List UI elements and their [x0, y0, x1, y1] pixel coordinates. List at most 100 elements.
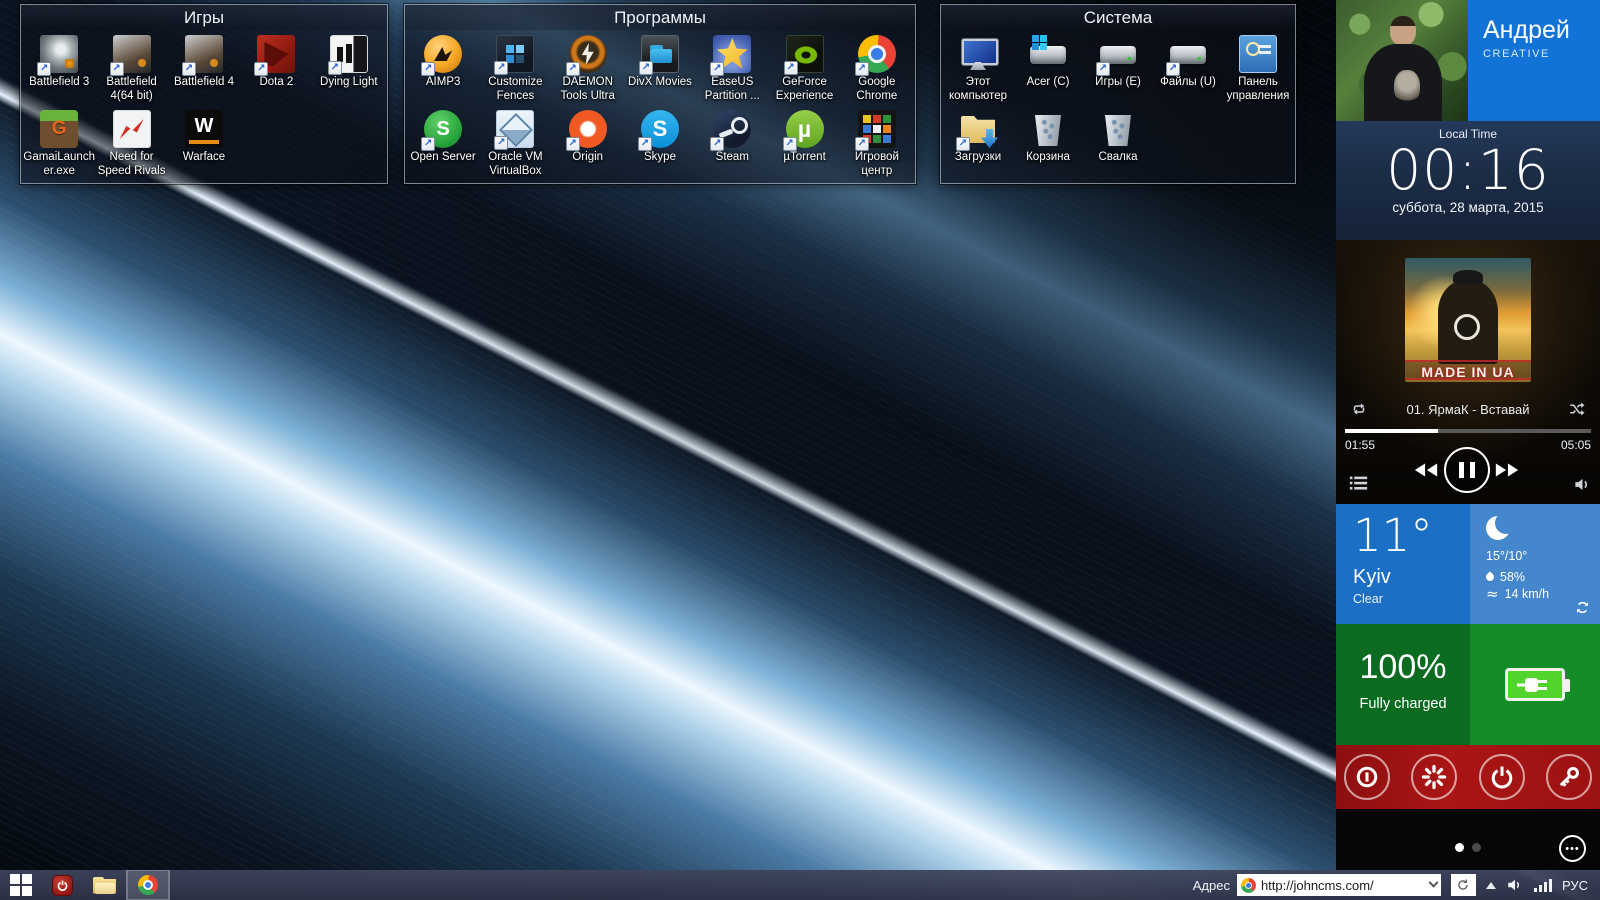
- shuffle-icon[interactable]: [1568, 400, 1586, 418]
- desktop-icon-openserver-7[interactable]: S↗Open Server: [407, 108, 479, 183]
- chrome-taskbar-button[interactable]: [126, 870, 170, 900]
- address-input[interactable]: http://johncms.com/: [1237, 874, 1441, 896]
- desktop-icon-divx-3[interactable]: ↗DivX Movies: [624, 33, 696, 108]
- geforce-icon: ↗: [786, 35, 824, 73]
- address-go-refresh-button[interactable]: [1451, 874, 1476, 896]
- icon-label: Загрузки: [955, 151, 1001, 165]
- logoff-key-button[interactable]: [1546, 754, 1592, 800]
- time-total: 05:05: [1561, 438, 1591, 452]
- language-indicator[interactable]: РУС: [1562, 878, 1588, 893]
- shortcut-arrow-icon: ↗: [855, 62, 869, 76]
- plug-icon: [1515, 673, 1555, 697]
- desktop-icon-bf3-0[interactable]: ↗Battlefield 3: [23, 33, 95, 108]
- fence-title-programs[interactable]: Программы: [405, 5, 915, 30]
- desktop-icon-recycle-7[interactable]: Свалка: [1083, 108, 1153, 183]
- weather-current-tile[interactable]: 11° Kyiv Clear: [1336, 504, 1470, 624]
- battery-icon: [1505, 668, 1565, 701]
- aimp-icon: ↗: [424, 35, 462, 73]
- shortcut-arrow-icon: ↗: [421, 137, 435, 151]
- downloads-icon: ↗: [959, 110, 997, 148]
- rubik-icon: ↗: [858, 110, 896, 148]
- volume-icon[interactable]: [1573, 476, 1592, 493]
- desktop-icon-bf4-1[interactable]: ↗Battlefield 4(64 bit): [95, 33, 167, 108]
- desktop-icon-cpanel-4[interactable]: Панель управления: [1223, 33, 1293, 108]
- file-explorer-button[interactable]: [83, 870, 126, 900]
- next-track-icon[interactable]: [1494, 461, 1520, 479]
- desktop-icon-drive-3[interactable]: ↗Файлы (U): [1153, 33, 1223, 108]
- seek-bar[interactable]: [1345, 429, 1591, 433]
- previous-track-icon[interactable]: [1413, 461, 1439, 479]
- desktop-icon-geforce-5[interactable]: ↗GeForce Experience: [768, 33, 840, 108]
- shortcut-arrow-icon: ↗: [421, 62, 435, 76]
- pause-button[interactable]: [1444, 447, 1490, 493]
- desktop-icon-origin-9[interactable]: ↗Origin: [552, 108, 624, 183]
- profile-tile[interactable]: Андрей CREATIVE: [1468, 0, 1600, 121]
- taskbar-power-app-button[interactable]: [42, 870, 83, 900]
- desktop-icon-daemon-2[interactable]: ↗DAEMON Tools Ultra: [552, 33, 624, 108]
- icon-label: Open Server: [411, 151, 476, 165]
- desktop-icon-aimp-0[interactable]: ↗AIMP3: [407, 33, 479, 108]
- origin-icon: ↗: [569, 110, 607, 148]
- clock-widget[interactable]: Local Time 00:16 суббота, 28 марта, 2015: [1336, 121, 1600, 240]
- tray-volume-icon[interactable]: [1506, 877, 1524, 893]
- desktop-icon-drive-2[interactable]: ↗Игры (E): [1083, 33, 1153, 108]
- fence-grid-system: Этот компьютерAcer (C)↗Игры (E)↗Файлы (U…: [941, 30, 1295, 183]
- icon-label: Dota 2: [259, 76, 293, 90]
- tray-network-icon[interactable]: [1534, 878, 1552, 892]
- desktop-icon-recycle-6[interactable]: Корзина: [1013, 108, 1083, 183]
- desktop-icon-computer-0[interactable]: Этот компьютер: [943, 33, 1013, 108]
- desktop-icon-steam-11[interactable]: ↗Steam: [696, 108, 768, 183]
- fence-title-games[interactable]: Игры: [21, 5, 387, 30]
- battery-icon-tile[interactable]: [1470, 624, 1600, 745]
- address-dropdown-icon[interactable]: [1429, 877, 1439, 887]
- track-title: 01. ЯрмаК - Вставай: [1368, 402, 1568, 417]
- desktop-icon-downloads-5[interactable]: ↗ Загрузки: [943, 108, 1013, 183]
- desktop-icon-nfs-6[interactable]: Need for Speed Rivals: [95, 108, 167, 183]
- desktop-icon-vbox-8[interactable]: ↗Oracle VM VirtualBox: [479, 108, 551, 183]
- weather-wind: 14 km/h: [1505, 587, 1549, 601]
- restart-button[interactable]: [1411, 754, 1457, 800]
- icon-label: Файлы (U): [1160, 76, 1216, 90]
- weather-city: Kyiv: [1353, 566, 1470, 589]
- weather-details-tile[interactable]: 15°/10° 58% ≈ 14 km/h: [1470, 504, 1600, 624]
- weather-refresh-icon[interactable]: [1574, 599, 1591, 616]
- desktop-icon-utorrent-12[interactable]: µ↗µTorrent: [768, 108, 840, 183]
- daemon-icon: ↗: [569, 35, 607, 73]
- desktop-icon-drivewin-1[interactable]: Acer (C): [1013, 33, 1083, 108]
- hibernate-button[interactable]: [1344, 754, 1390, 800]
- repeat-icon[interactable]: [1350, 400, 1368, 418]
- fence-system: Система Этот компьютерAcer (C)↗Игры (E)↗…: [940, 4, 1296, 184]
- page-dot-active[interactable]: [1455, 843, 1464, 852]
- icon-label: Игровой центр: [841, 151, 913, 179]
- shortcut-arrow-icon: ↗: [638, 137, 652, 151]
- album-art[interactable]: MADE IN UA: [1405, 258, 1531, 382]
- page-dot[interactable]: [1472, 843, 1481, 852]
- desktop-icon-warface-7[interactable]: WWarface: [168, 108, 240, 183]
- desktop-icon-dyinglight-4[interactable]: ↗Dying Light: [313, 33, 385, 108]
- icon-label: Origin: [572, 151, 603, 165]
- desktop-icon-fencesapp-1[interactable]: ↗Customize Fences: [479, 33, 551, 108]
- desktop-icon-skype-10[interactable]: S↗Skype: [624, 108, 696, 183]
- battery-status-tile[interactable]: 100% Fully charged: [1336, 624, 1470, 745]
- shortcut-arrow-icon: ↗: [566, 137, 580, 151]
- shutdown-button[interactable]: [1479, 754, 1525, 800]
- desktop-icon-bf4-2[interactable]: ↗Battlefield 4: [168, 33, 240, 108]
- icon-label: Warface: [183, 151, 225, 165]
- desktop-icon-gamai-5[interactable]: GGamaiLauncher.exe: [23, 108, 95, 183]
- chrome-icon: [138, 875, 158, 895]
- profile-subtitle: CREATIVE: [1483, 48, 1600, 60]
- folder-icon: [93, 877, 116, 894]
- fence-title-system[interactable]: Система: [941, 5, 1295, 30]
- skype-icon: S↗: [641, 110, 679, 148]
- playlist-icon[interactable]: [1349, 475, 1368, 492]
- profile-photo[interactable]: [1336, 0, 1468, 121]
- tray-expand-icon[interactable]: [1486, 882, 1496, 889]
- more-options-button[interactable]: •••: [1559, 835, 1586, 862]
- desktop-icon-chrome-6[interactable]: ↗Google Chrome: [841, 33, 913, 108]
- desktop-icon-dota2-3[interactable]: ↗Dota 2: [240, 33, 312, 108]
- desktop-icon-rubik-13[interactable]: ↗ Игровой центр: [841, 108, 913, 183]
- chrome-icon: ↗: [858, 35, 896, 73]
- start-button[interactable]: [0, 870, 42, 900]
- desktop-icon-easeus-4[interactable]: ↗EaseUS Partition ...: [696, 33, 768, 108]
- music-player-widget: MADE IN UA 01. ЯрмаК - Вставай: [1336, 240, 1600, 504]
